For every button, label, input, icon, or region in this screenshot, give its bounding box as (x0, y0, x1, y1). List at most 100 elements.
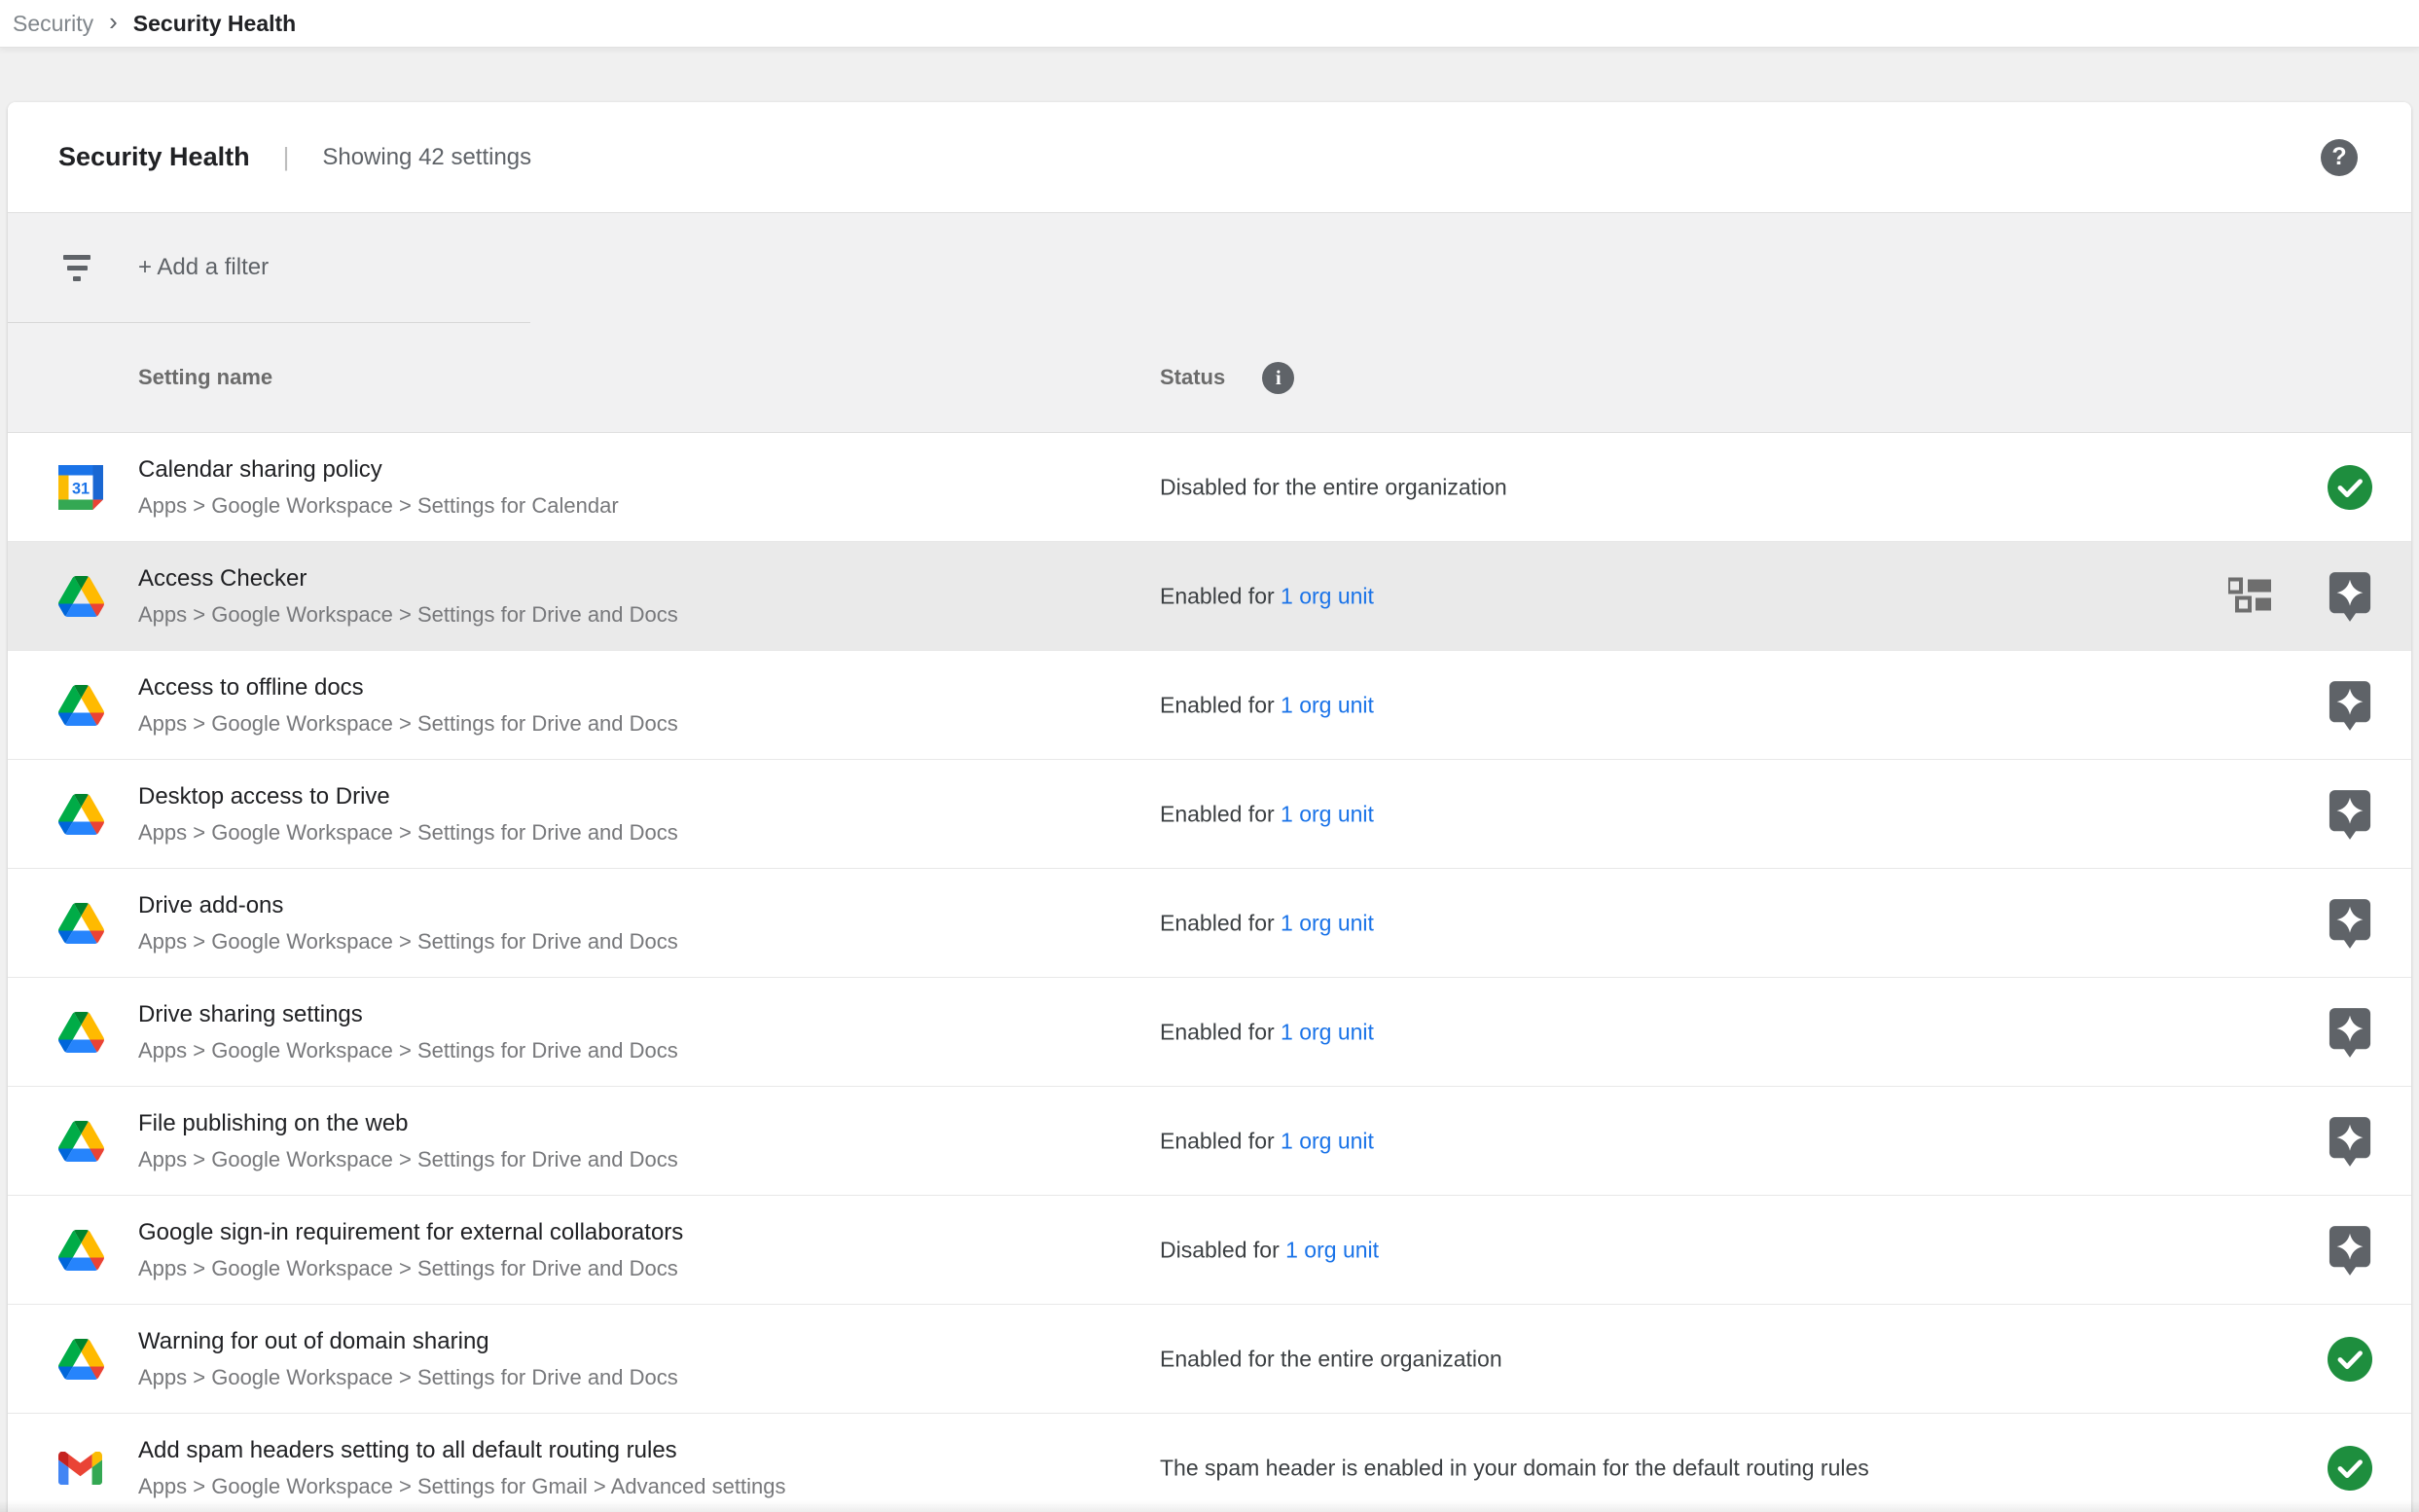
setting-text: Drive sharing settings Apps > Google Wor… (138, 1001, 678, 1063)
table-row[interactable]: 31 Calendar sharing policy Apps > Google… (8, 433, 2411, 542)
setting-path: Apps > Google Workspace > Settings for D… (138, 1256, 683, 1281)
setting-name: Desktop access to Drive (138, 783, 678, 810)
status-text: Enabled for (1160, 583, 1281, 608)
org-unit-link[interactable]: 1 org unit (1281, 1019, 1374, 1044)
setting-path: Apps > Google Workspace > Settings for G… (138, 1474, 785, 1499)
table-column-headers: Setting name Status i (8, 322, 2411, 433)
settings-table-body: 31 Calendar sharing policy Apps > Google… (8, 433, 2411, 1512)
filter-bar: + Add a filter (8, 213, 2411, 322)
setting-name: Add spam headers setting to all default … (138, 1437, 785, 1464)
google-calendar-icon: 31 (58, 465, 103, 510)
table-row[interactable]: Drive sharing settings Apps > Google Wor… (8, 978, 2411, 1087)
setting-status: Enabled for 1 org unit (1160, 583, 1374, 609)
column-header-setting-name: Setting name (138, 365, 272, 390)
table-row[interactable]: Access Checker Apps > Google Workspace >… (8, 542, 2411, 651)
setting-name: Access to offline docs (138, 674, 678, 702)
setting-path: Apps > Google Workspace > Settings for D… (138, 1147, 678, 1172)
google-drive-icon (58, 794, 104, 835)
table-row[interactable]: Drive add-ons Apps > Google Workspace > … (8, 869, 2411, 978)
status-text: Enabled for (1160, 910, 1281, 935)
setting-status: Enabled for 1 org unit (1160, 910, 1374, 936)
status-text: Enabled for the entire organization (1160, 1346, 1502, 1371)
add-filter-button[interactable]: + Add a filter (138, 254, 269, 281)
google-drive-icon (58, 1230, 104, 1271)
breadcrumb-parent-link[interactable]: Security (13, 11, 93, 37)
status-info-icon[interactable]: i (1262, 362, 1294, 394)
setting-name: Calendar sharing policy (138, 456, 619, 484)
filter-icon[interactable] (62, 255, 91, 281)
settings-count-label: Showing 42 settings (322, 144, 531, 171)
org-unit-link[interactable]: 1 org unit (1285, 1237, 1379, 1262)
table-row[interactable]: Access to offline docs Apps > Google Wor… (8, 651, 2411, 760)
table-row[interactable]: File publishing on the web Apps > Google… (8, 1087, 2411, 1196)
setting-text: File publishing on the web Apps > Google… (138, 1110, 678, 1172)
status-text: Enabled for (1160, 1128, 1281, 1153)
setting-path: Apps > Google Workspace > Settings for D… (138, 820, 678, 846)
table-row[interactable]: Google sign-in requirement for external … (8, 1196, 2411, 1305)
table-row[interactable]: Warning for out of domain sharing Apps >… (8, 1305, 2411, 1414)
recommendation-badge-icon[interactable] (2328, 1224, 2372, 1277)
setting-status: Enabled for 1 org unit (1160, 801, 1374, 827)
setting-text: Drive add-ons Apps > Google Workspace > … (138, 892, 678, 954)
setting-text: Calendar sharing policy Apps > Google Wo… (138, 456, 619, 519)
org-unit-link[interactable]: 1 org unit (1281, 583, 1374, 608)
table-row[interactable]: Add spam headers setting to all default … (8, 1414, 2411, 1512)
setting-status: Enabled for 1 org unit (1160, 1128, 1374, 1154)
recommendation-badge-icon[interactable] (2328, 679, 2372, 732)
setting-text: Access to offline docs Apps > Google Wor… (138, 674, 678, 737)
card-header: Security Health | Showing 42 settings ? (8, 102, 2411, 212)
setting-status: Disabled for 1 org unit (1160, 1237, 1379, 1263)
setting-text: Access Checker Apps > Google Workspace >… (138, 565, 678, 628)
setting-text: Desktop access to Drive Apps > Google Wo… (138, 783, 678, 846)
table-toolbar: + Add a filter Setting name Status i (8, 212, 2411, 433)
setting-text: Add spam headers setting to all default … (138, 1437, 785, 1499)
org-unit-link[interactable]: 1 org unit (1281, 801, 1374, 826)
setting-name: Access Checker (138, 565, 678, 593)
setting-name: Google sign-in requirement for external … (138, 1219, 683, 1246)
status-ok-check-icon (2328, 1337, 2372, 1382)
gmail-icon (58, 1452, 102, 1485)
status-text: Enabled for (1160, 801, 1281, 826)
setting-path: Apps > Google Workspace > Settings for D… (138, 929, 678, 954)
setting-status: Enabled for 1 org unit (1160, 692, 1374, 718)
status-text: Disabled for (1160, 1237, 1285, 1262)
status-text: Disabled for the entire organization (1160, 474, 1507, 499)
setting-path: Apps > Google Workspace > Settings for D… (138, 1365, 678, 1390)
page-title: Security Health (58, 142, 250, 172)
setting-status: Enabled for the entire organization (1160, 1346, 1502, 1372)
google-drive-icon (58, 903, 104, 944)
chevron-right-icon: › (109, 9, 118, 38)
setting-path: Apps > Google Workspace > Settings for D… (138, 602, 678, 628)
google-drive-icon (58, 1012, 104, 1053)
security-health-card: Security Health | Showing 42 settings ? … (8, 102, 2411, 1512)
org-unit-link[interactable]: 1 org unit (1281, 692, 1374, 717)
setting-name: Drive add-ons (138, 892, 678, 919)
org-unit-link[interactable]: 1 org unit (1281, 1128, 1374, 1153)
title-divider: | (283, 142, 290, 172)
setting-status: The spam header is enabled in your domai… (1160, 1455, 1869, 1481)
recommendation-badge-icon[interactable] (2328, 897, 2372, 950)
google-drive-icon (58, 685, 104, 726)
recommendation-badge-icon[interactable] (2328, 1006, 2372, 1059)
breadcrumb: Security › Security Health (0, 0, 2419, 48)
google-drive-icon (58, 1339, 104, 1380)
breadcrumb-current: Security Health (133, 11, 296, 37)
recommendation-badge-icon[interactable] (2328, 1115, 2372, 1168)
setting-status: Enabled for 1 org unit (1160, 1019, 1374, 1045)
setting-name: Drive sharing settings (138, 1001, 678, 1028)
google-drive-icon (58, 576, 104, 617)
status-ok-check-icon (2328, 465, 2372, 510)
status-text: Enabled for (1160, 692, 1281, 717)
setting-path: Apps > Google Workspace > Settings for D… (138, 1038, 678, 1063)
recommendation-badge-icon[interactable] (2328, 788, 2372, 841)
help-button[interactable]: ? (2321, 139, 2358, 176)
org-unit-tree-icon (2228, 575, 2271, 617)
recommendation-badge-icon[interactable] (2328, 570, 2372, 623)
setting-text: Warning for out of domain sharing Apps >… (138, 1328, 678, 1390)
table-row[interactable]: Desktop access to Drive Apps > Google Wo… (8, 760, 2411, 869)
org-unit-link[interactable]: 1 org unit (1281, 910, 1374, 935)
setting-path: Apps > Google Workspace > Settings for C… (138, 493, 619, 519)
setting-status: Disabled for the entire organization (1160, 474, 1507, 500)
google-drive-icon (58, 1121, 104, 1162)
setting-name: Warning for out of domain sharing (138, 1328, 678, 1355)
